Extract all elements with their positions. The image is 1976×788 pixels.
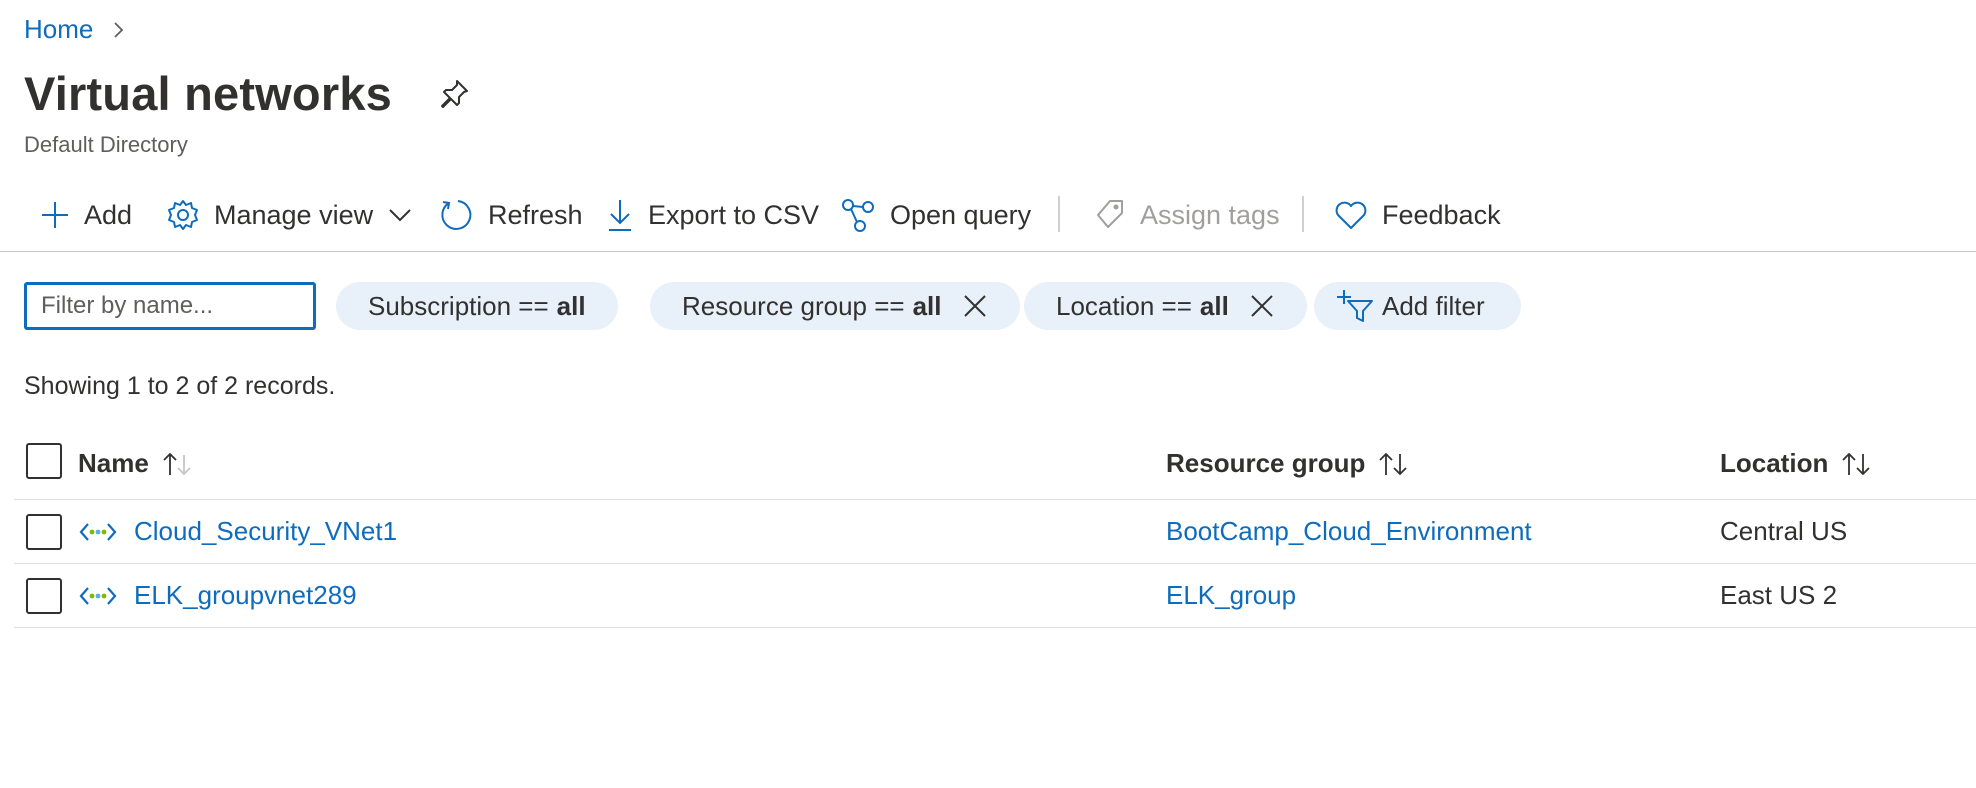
feedback-button[interactable]: Feedback <box>1334 190 1501 240</box>
location-filter-label: Location == <box>1056 290 1192 321</box>
location-cell: East US 2 <box>1720 580 1837 611</box>
row-checkbox[interactable] <box>26 578 62 614</box>
filter-by-name-input[interactable] <box>24 282 316 330</box>
close-icon[interactable] <box>962 293 988 319</box>
assign-tags-label: Assign tags <box>1140 199 1280 230</box>
title-row: Virtual networks <box>24 66 470 121</box>
subscription-filter-value: all <box>556 290 586 321</box>
location-filter-value: all <box>1199 290 1229 321</box>
plus-icon <box>42 202 68 228</box>
export-csv-label: Export to CSV <box>648 199 820 230</box>
location-cell: Central US <box>1720 516 1847 547</box>
column-location-label: Location <box>1720 448 1829 478</box>
pin-icon[interactable] <box>438 78 470 110</box>
gear-icon <box>168 200 198 230</box>
manage-view-label: Manage view <box>214 199 374 230</box>
column-resource-group-label: Resource group <box>1166 448 1366 478</box>
add-filter-label: Add filter <box>1382 290 1485 321</box>
location-value: Central US <box>1720 516 1848 546</box>
column-name-label: Name <box>78 448 149 478</box>
sort-ascending-icon <box>163 452 191 475</box>
select-all-checkbox[interactable] <box>26 443 62 479</box>
name-cell: Cloud_Security_VNet1 <box>78 516 397 547</box>
resource-group-cell: ELK_group <box>1166 580 1296 611</box>
manage-view-button[interactable]: Manage view <box>166 190 413 240</box>
toolbar-divider <box>1302 196 1304 232</box>
tag-icon <box>1097 200 1123 228</box>
row-checkbox[interactable] <box>26 514 62 550</box>
command-bar: Add Manage view Refresh Export to CSV Op… <box>0 190 1976 252</box>
resource-group-filter-value: all <box>912 290 942 321</box>
open-query-button[interactable]: Open query <box>840 190 1031 240</box>
vnet-name-link[interactable]: Cloud_Security_VNet1 <box>134 516 397 547</box>
chevron-right-icon <box>114 21 124 38</box>
column-header-resource-group[interactable]: Resource group <box>1166 448 1409 479</box>
refresh-label: Refresh <box>488 199 583 230</box>
subscription-filter-label: Subscription == <box>368 290 549 321</box>
page-subtitle: Default Directory <box>24 132 188 157</box>
open-query-label: Open query <box>890 199 1032 230</box>
resource-group-cell: BootCamp_Cloud_Environment <box>1166 516 1532 547</box>
subscription-filter-pill[interactable]: Subscription == all <box>336 282 618 330</box>
vnet-name-link[interactable]: ELK_groupvnet289 <box>134 580 357 611</box>
refresh-icon <box>441 200 472 230</box>
add-button[interactable]: Add <box>40 190 132 240</box>
add-button-label: Add <box>84 199 133 230</box>
query-icon <box>842 199 874 232</box>
records-count: Showing 1 to 2 of 2 records. <box>24 372 336 400</box>
export-csv-button[interactable]: Export to CSV <box>606 190 819 240</box>
virtual-network-icon <box>79 522 117 541</box>
column-header-location[interactable]: Location <box>1720 448 1872 479</box>
add-filter-icon <box>1337 290 1373 322</box>
resource-group-filter-label: Resource group == <box>682 290 905 321</box>
column-header-name[interactable]: Name <box>78 448 193 479</box>
breadcrumb: Home <box>24 14 129 45</box>
resource-table: Name Resource group Location Cloud_Secur… <box>14 432 1976 628</box>
table-row: ELK_groupvnet289 ELK_group East US 2 <box>14 564 1976 628</box>
page-title: Virtual networks <box>24 67 393 120</box>
table-header-row: Name Resource group Location <box>14 432 1976 500</box>
resource-group-link[interactable]: ELK_group <box>1166 580 1296 611</box>
toolbar-divider <box>1058 196 1060 232</box>
table-row: Cloud_Security_VNet1 BootCamp_Cloud_Envi… <box>14 500 1976 564</box>
name-cell: ELK_groupvnet289 <box>78 580 357 611</box>
sort-icon <box>1379 452 1408 475</box>
sort-icon <box>1842 452 1870 475</box>
feedback-label: Feedback <box>1382 199 1501 230</box>
close-icon[interactable] <box>1249 293 1275 319</box>
refresh-button[interactable]: Refresh <box>438 190 583 240</box>
location-filter-pill[interactable]: Location == all <box>1024 282 1307 330</box>
assign-tags-button[interactable]: Assign tags <box>1094 190 1280 240</box>
add-filter-button[interactable]: Add filter <box>1314 282 1521 330</box>
resource-group-filter-pill[interactable]: Resource group == all <box>650 282 1020 330</box>
virtual-network-icon <box>79 586 117 605</box>
download-icon <box>609 200 631 231</box>
resource-group-link[interactable]: BootCamp_Cloud_Environment <box>1166 516 1532 547</box>
chevron-down-icon <box>389 209 411 222</box>
location-value: East US 2 <box>1720 580 1838 610</box>
heart-icon <box>1335 201 1367 229</box>
breadcrumb-home-link[interactable]: Home <box>24 14 93 45</box>
